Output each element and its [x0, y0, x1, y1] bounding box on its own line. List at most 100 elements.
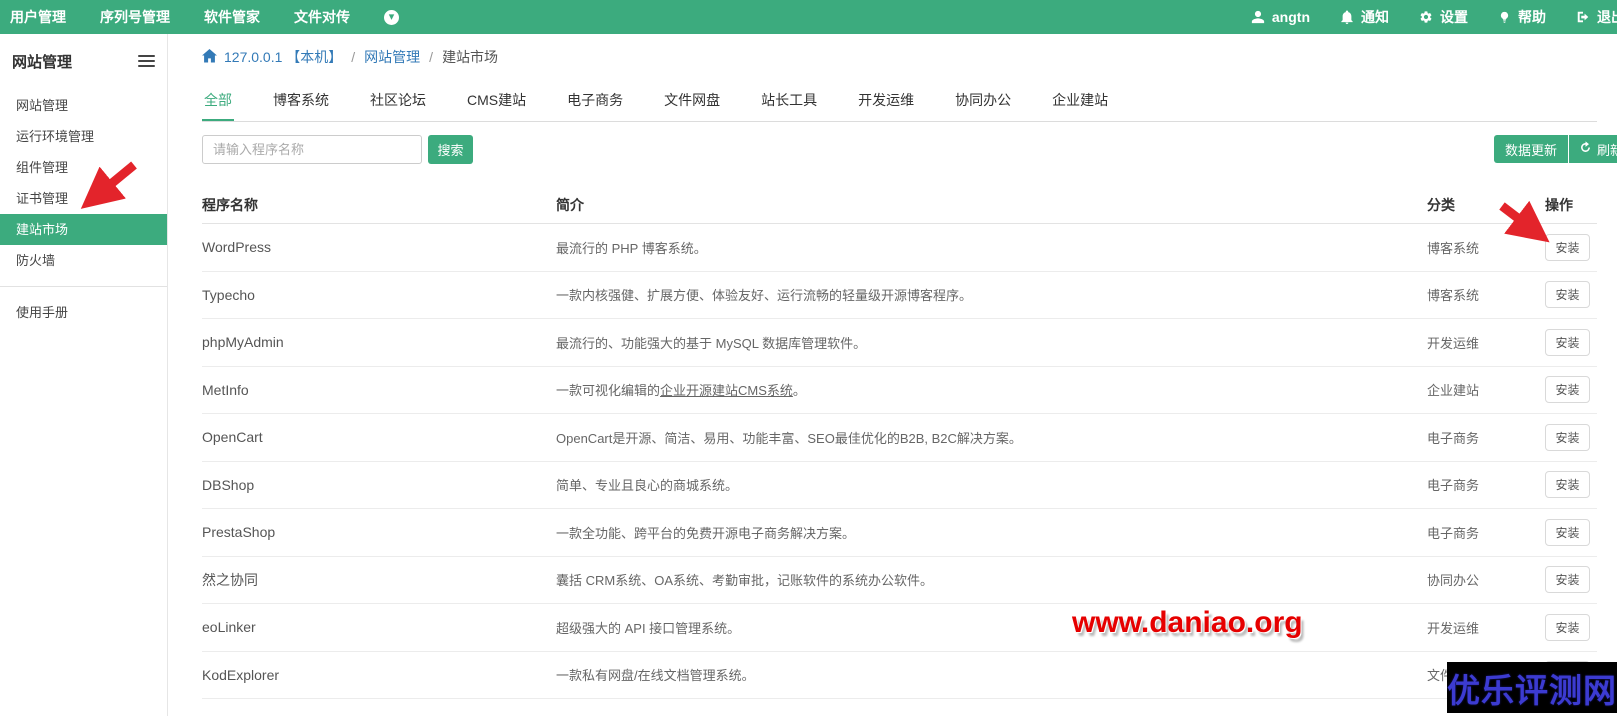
tab[interactable]: 文件网盘: [662, 86, 722, 121]
refresh-icon: [1579, 141, 1592, 157]
breadcrumb-current: 建站市场: [442, 49, 499, 65]
app-category: 开发运维: [1427, 335, 1480, 351]
install-button[interactable]: 安装: [1545, 518, 1590, 546]
tab[interactable]: 协同办公: [953, 86, 1013, 121]
help-button[interactable]: 帮助: [1498, 7, 1546, 27]
user-icon: [1251, 10, 1265, 24]
app-action-cell: 安装: [1545, 233, 1597, 261]
tab[interactable]: 社区论坛: [368, 86, 428, 121]
sidebar-item[interactable]: 组件管理: [0, 152, 167, 183]
app-description: 简单、专业且良心的商城系统。: [556, 478, 739, 494]
app-action-cell: 安装: [1545, 281, 1597, 309]
install-button[interactable]: 安装: [1545, 423, 1590, 451]
install-button[interactable]: 安装: [1545, 233, 1590, 261]
app-action-cell: 安装: [1545, 566, 1597, 594]
col-action: 操作: [1545, 196, 1573, 213]
install-button[interactable]: 安装: [1545, 328, 1590, 356]
table-row: MetInfo 一款可视化编辑的企业开源建站CMS系统。 企业建站 安装: [202, 367, 1597, 414]
topbar-menu-item[interactable]: 软件管家: [204, 7, 260, 27]
table-row: DBShop 简单、专业且良心的商城系统。 电子商务 安装: [202, 462, 1597, 509]
app-name: 然之协同: [202, 571, 258, 588]
app-description: 一款内核强健、扩展方便、体验友好、运行流畅的轻量级开源博客程序。: [556, 288, 973, 304]
logout-label: 退出: [1597, 9, 1617, 25]
sidebar-item[interactable]: 运行环境管理: [0, 121, 167, 152]
topbar-menu-item[interactable]: 文件对传: [294, 7, 350, 27]
table-header: 程序名称 简介 分类 操作: [202, 186, 1597, 224]
sidebar-item[interactable]: 防火墙: [0, 245, 167, 276]
settings-button[interactable]: 设置: [1419, 7, 1468, 27]
hamburger-icon[interactable]: [138, 52, 155, 70]
tab[interactable]: 开发运维: [856, 86, 916, 121]
breadcrumb-section-link[interactable]: 网站管理: [364, 47, 420, 67]
tab[interactable]: 站长工具: [759, 86, 819, 121]
app-category: 博客系统: [1427, 288, 1480, 304]
app-description: 一款可视化编辑的企业开源建站CMS系统。: [556, 383, 806, 399]
help-label: 帮助: [1518, 9, 1546, 25]
app-category: 电子商务: [1427, 525, 1480, 541]
app-description: 囊括 CRM系统、OA系统、考勤审批，记账软件的系统办公软件。: [556, 573, 934, 589]
breadcrumb: 127.0.0.1 【本机】 / 网站管理 / 建站市场: [202, 46, 1597, 68]
tab[interactable]: 全部: [202, 86, 234, 121]
lightbulb-icon: [1498, 10, 1511, 25]
tab[interactable]: 企业建站: [1050, 86, 1110, 121]
sidebar-item[interactable]: 网站管理: [0, 90, 167, 121]
col-name: 程序名称: [202, 196, 258, 213]
tab[interactable]: 博客系统: [271, 86, 331, 121]
sidebar-title: 网站管理: [12, 53, 73, 71]
app-name: PrestaShop: [202, 524, 276, 541]
app-category: 电子商务: [1427, 478, 1480, 494]
settings-label: 设置: [1440, 9, 1468, 25]
app-action-cell: 安装: [1545, 471, 1597, 499]
app-action-cell: 安装: [1545, 328, 1597, 356]
app-description: 超级强大的 API 接口管理系统。: [556, 620, 741, 636]
app-action-cell: 安装: [1545, 518, 1597, 546]
refresh-button[interactable]: 刷新: [1569, 135, 1617, 163]
app-category: 企业建站: [1427, 383, 1480, 399]
app-description: 最流行的、功能强大的基于 MySQL 数据库管理软件。: [556, 335, 867, 351]
install-button[interactable]: 安装: [1545, 281, 1590, 309]
install-button[interactable]: 安装: [1545, 661, 1590, 689]
user-menu[interactable]: angtn: [1251, 9, 1310, 25]
sidebar-item[interactable]: 证书管理: [0, 183, 167, 214]
table-row: phpMyAdmin 最流行的、功能强大的基于 MySQL 数据库管理软件。 开发运…: [202, 319, 1597, 367]
sidebar-item[interactable]: 建站市场: [0, 214, 167, 245]
content: 127.0.0.1 【本机】 / 网站管理 / 建站市场 全部 博客系统 社区论坛 C…: [168, 34, 1617, 716]
app-name: WordPress: [202, 239, 271, 256]
breadcrumb-separator: /: [429, 49, 434, 65]
logout-button[interactable]: 退出: [1576, 7, 1617, 27]
app-description: 一款私有网盘/在线文档管理系统。: [556, 668, 755, 684]
topbar-menu-item[interactable]: 用户管理: [10, 7, 66, 27]
install-button[interactable]: 安装: [1545, 376, 1590, 404]
chevron-circle-down-icon[interactable]: ▾: [384, 9, 399, 25]
app-category: 博客系统: [1427, 240, 1480, 256]
table-row: OpenCart OpenCart是开源、简洁、易用、功能丰富、SEO最佳优化的B…: [202, 414, 1597, 462]
table-row: 然之协同 囊括 CRM系统、OA系统、考勤审批，记账软件的系统办公软件。 协同办公 安…: [202, 557, 1597, 604]
breadcrumb-host-link[interactable]: 127.0.0.1 【本机】: [202, 47, 342, 67]
sidebar-menu: 网站管理 运行环境管理 组件管理 证书管理 建站市场 防火墙: [0, 90, 167, 276]
data-update-button[interactable]: 数据更新: [1494, 135, 1568, 163]
search-button[interactable]: 搜索: [428, 134, 473, 164]
gear-icon: [1419, 10, 1433, 24]
app-name: OpenCart: [202, 429, 263, 446]
app-description: 一款全功能、跨平台的免费开源电子商务解决方案。: [556, 525, 856, 541]
sidebar: 网站管理 网站管理 运行环境管理 组件管理 证书管理 建站市场 防火墙 使用手册: [0, 34, 168, 716]
table-row: WordPress 最流行的 PHP 博客系统。 博客系统 安装: [202, 224, 1597, 272]
tab[interactable]: CMS建站: [465, 86, 528, 121]
home-icon: [202, 48, 217, 66]
app-category: 电子商务: [1427, 430, 1480, 446]
install-button[interactable]: 安装: [1545, 566, 1590, 594]
tab[interactable]: 电子商务: [565, 86, 625, 121]
app-name: eoLinker: [202, 619, 256, 636]
app-description: OpenCart是开源、简洁、易用、功能丰富、SEO最佳优化的B2B, B2C解…: [556, 430, 1022, 446]
search-input[interactable]: [202, 134, 422, 164]
col-category: 分类: [1427, 196, 1455, 213]
install-button[interactable]: 安装: [1545, 471, 1590, 499]
table-row: PrestaShop 一款全功能、跨平台的免费开源电子商务解决方案。 电子商务 安装: [202, 509, 1597, 557]
topbar-menu-item[interactable]: 序列号管理: [100, 7, 170, 27]
app-action-cell: 安装: [1545, 376, 1597, 404]
topbar: 用户管理 序列号管理 软件管家 文件对传 ▾ angtn 通知 设置 帮助 退: [0, 0, 1617, 34]
sidebar-item-manual[interactable]: 使用手册: [0, 297, 167, 328]
table-body: WordPress 最流行的 PHP 博客系统。 博客系统 安装 Typecho 一款内核…: [202, 224, 1597, 699]
notifications-button[interactable]: 通知: [1340, 7, 1389, 27]
install-button[interactable]: 安装: [1545, 613, 1590, 641]
